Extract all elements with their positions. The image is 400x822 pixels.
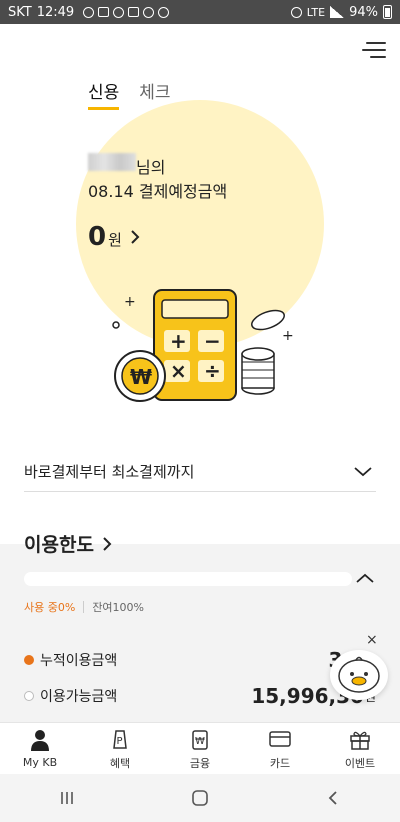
used-percent: 사용 중0% (24, 601, 76, 614)
person-icon (30, 728, 50, 752)
battery-icon (383, 5, 392, 19)
carrier-label: SKT (8, 4, 32, 20)
notification-icons (83, 6, 170, 18)
battery-label: 94% (349, 4, 378, 20)
svg-text:+: + (124, 294, 136, 310)
cumulative-amount-label: 누적이용금액 (40, 653, 118, 669)
available-amount-row: 이용가능금액 15,996,30 원 (24, 684, 376, 708)
time-label: 12:49 (36, 4, 75, 20)
status-bar: SKT 12:49 LTE 94% (0, 0, 400, 24)
nav-label-my-kb: My KB (22, 756, 58, 769)
nav-label-benefit: 혜택 (109, 756, 131, 770)
white-dot-icon (24, 691, 34, 701)
benefit-p-icon: P (110, 727, 130, 751)
svg-text:P: P (117, 736, 123, 747)
chevron-down-icon (354, 466, 372, 476)
finance-won-icon: ₩ (190, 727, 210, 751)
limit-title-link[interactable]: 이용한도 (24, 530, 112, 557)
chatbot-character-icon[interactable] (330, 650, 388, 700)
due-date-label: 08.14 결제예정금액 (88, 182, 228, 201)
card-icon (269, 727, 291, 751)
card-type-tabs: 신용 체크 (88, 78, 171, 110)
svg-text:−: − (204, 329, 221, 353)
svg-text:₩: ₩ (130, 365, 152, 389)
bottom-navigation: My KB P 혜택 ₩ 금융 카드 이벤트 (0, 722, 400, 774)
status-left: SKT 12:49 (8, 4, 170, 20)
nav-label-card: 카드 (269, 756, 291, 770)
nav-item-event[interactable]: 이벤트 (320, 723, 400, 774)
tab-credit[interactable]: 신용 (88, 78, 120, 110)
network-label: LTE (306, 5, 326, 19)
svg-text:₩: ₩ (195, 736, 205, 747)
notification-icon (113, 6, 125, 18)
blurred-user-name (88, 153, 136, 171)
nav-item-finance[interactable]: ₩ 금융 (160, 723, 240, 774)
signal-icon (330, 6, 345, 18)
nav-item-card[interactable]: 카드 (240, 723, 320, 774)
payment-amount: 0 (88, 222, 107, 252)
svg-text:÷: ÷ (204, 359, 221, 383)
notification-icon (83, 6, 95, 18)
limit-progress-bar (24, 572, 352, 586)
divider (83, 601, 85, 613)
svg-text:×: × (170, 359, 187, 383)
recent-apps-icon[interactable] (37, 778, 97, 818)
cumulative-amount-row: 누적이용금액 3,7 원 (24, 648, 376, 672)
hamburger-menu-icon[interactable] (362, 40, 386, 60)
amount-unit: 원 (108, 231, 122, 249)
image-icon (128, 6, 140, 17)
chevron-right-icon (131, 230, 140, 244)
payment-options-row[interactable]: 바로결제부터 최소결제까지 (24, 452, 376, 492)
notification-icon (143, 6, 155, 18)
chatbot-close-button[interactable]: × (366, 632, 378, 648)
home-icon[interactable] (170, 778, 230, 818)
notification-icon (98, 6, 110, 17)
alarm-icon (290, 6, 302, 18)
payment-options-label: 바로결제부터 최소결제까지 (24, 463, 195, 481)
nav-label-event: 이벤트 (344, 756, 376, 770)
chevron-up-icon[interactable] (356, 572, 374, 584)
name-suffix: 님의 (136, 158, 166, 177)
notification-icon (158, 6, 170, 18)
nav-item-my-kb[interactable]: My KB (0, 723, 80, 774)
back-icon[interactable] (303, 778, 363, 818)
available-amount-label: 이용가능금액 (40, 689, 118, 705)
svg-text:+: + (170, 329, 187, 353)
nav-item-benefit[interactable]: P 혜택 (80, 723, 160, 774)
usage-summary: 사용 중0% 잔여100% (24, 599, 144, 615)
limit-title: 이용한도 (24, 534, 94, 556)
nav-label-finance: 금융 (189, 756, 211, 770)
remaining-percent: 잔여100% (92, 601, 145, 614)
payment-amount-link[interactable]: 0 원 (88, 222, 140, 252)
system-navigation-bar (0, 774, 400, 822)
orange-dot-icon (24, 655, 34, 665)
calculator-illustration: + + + − × ÷ ₩ (112, 289, 294, 402)
chevron-right-icon (103, 536, 112, 551)
svg-text:+: + (282, 328, 294, 344)
status-right: LTE 94% (290, 4, 392, 20)
gift-icon (349, 727, 371, 751)
